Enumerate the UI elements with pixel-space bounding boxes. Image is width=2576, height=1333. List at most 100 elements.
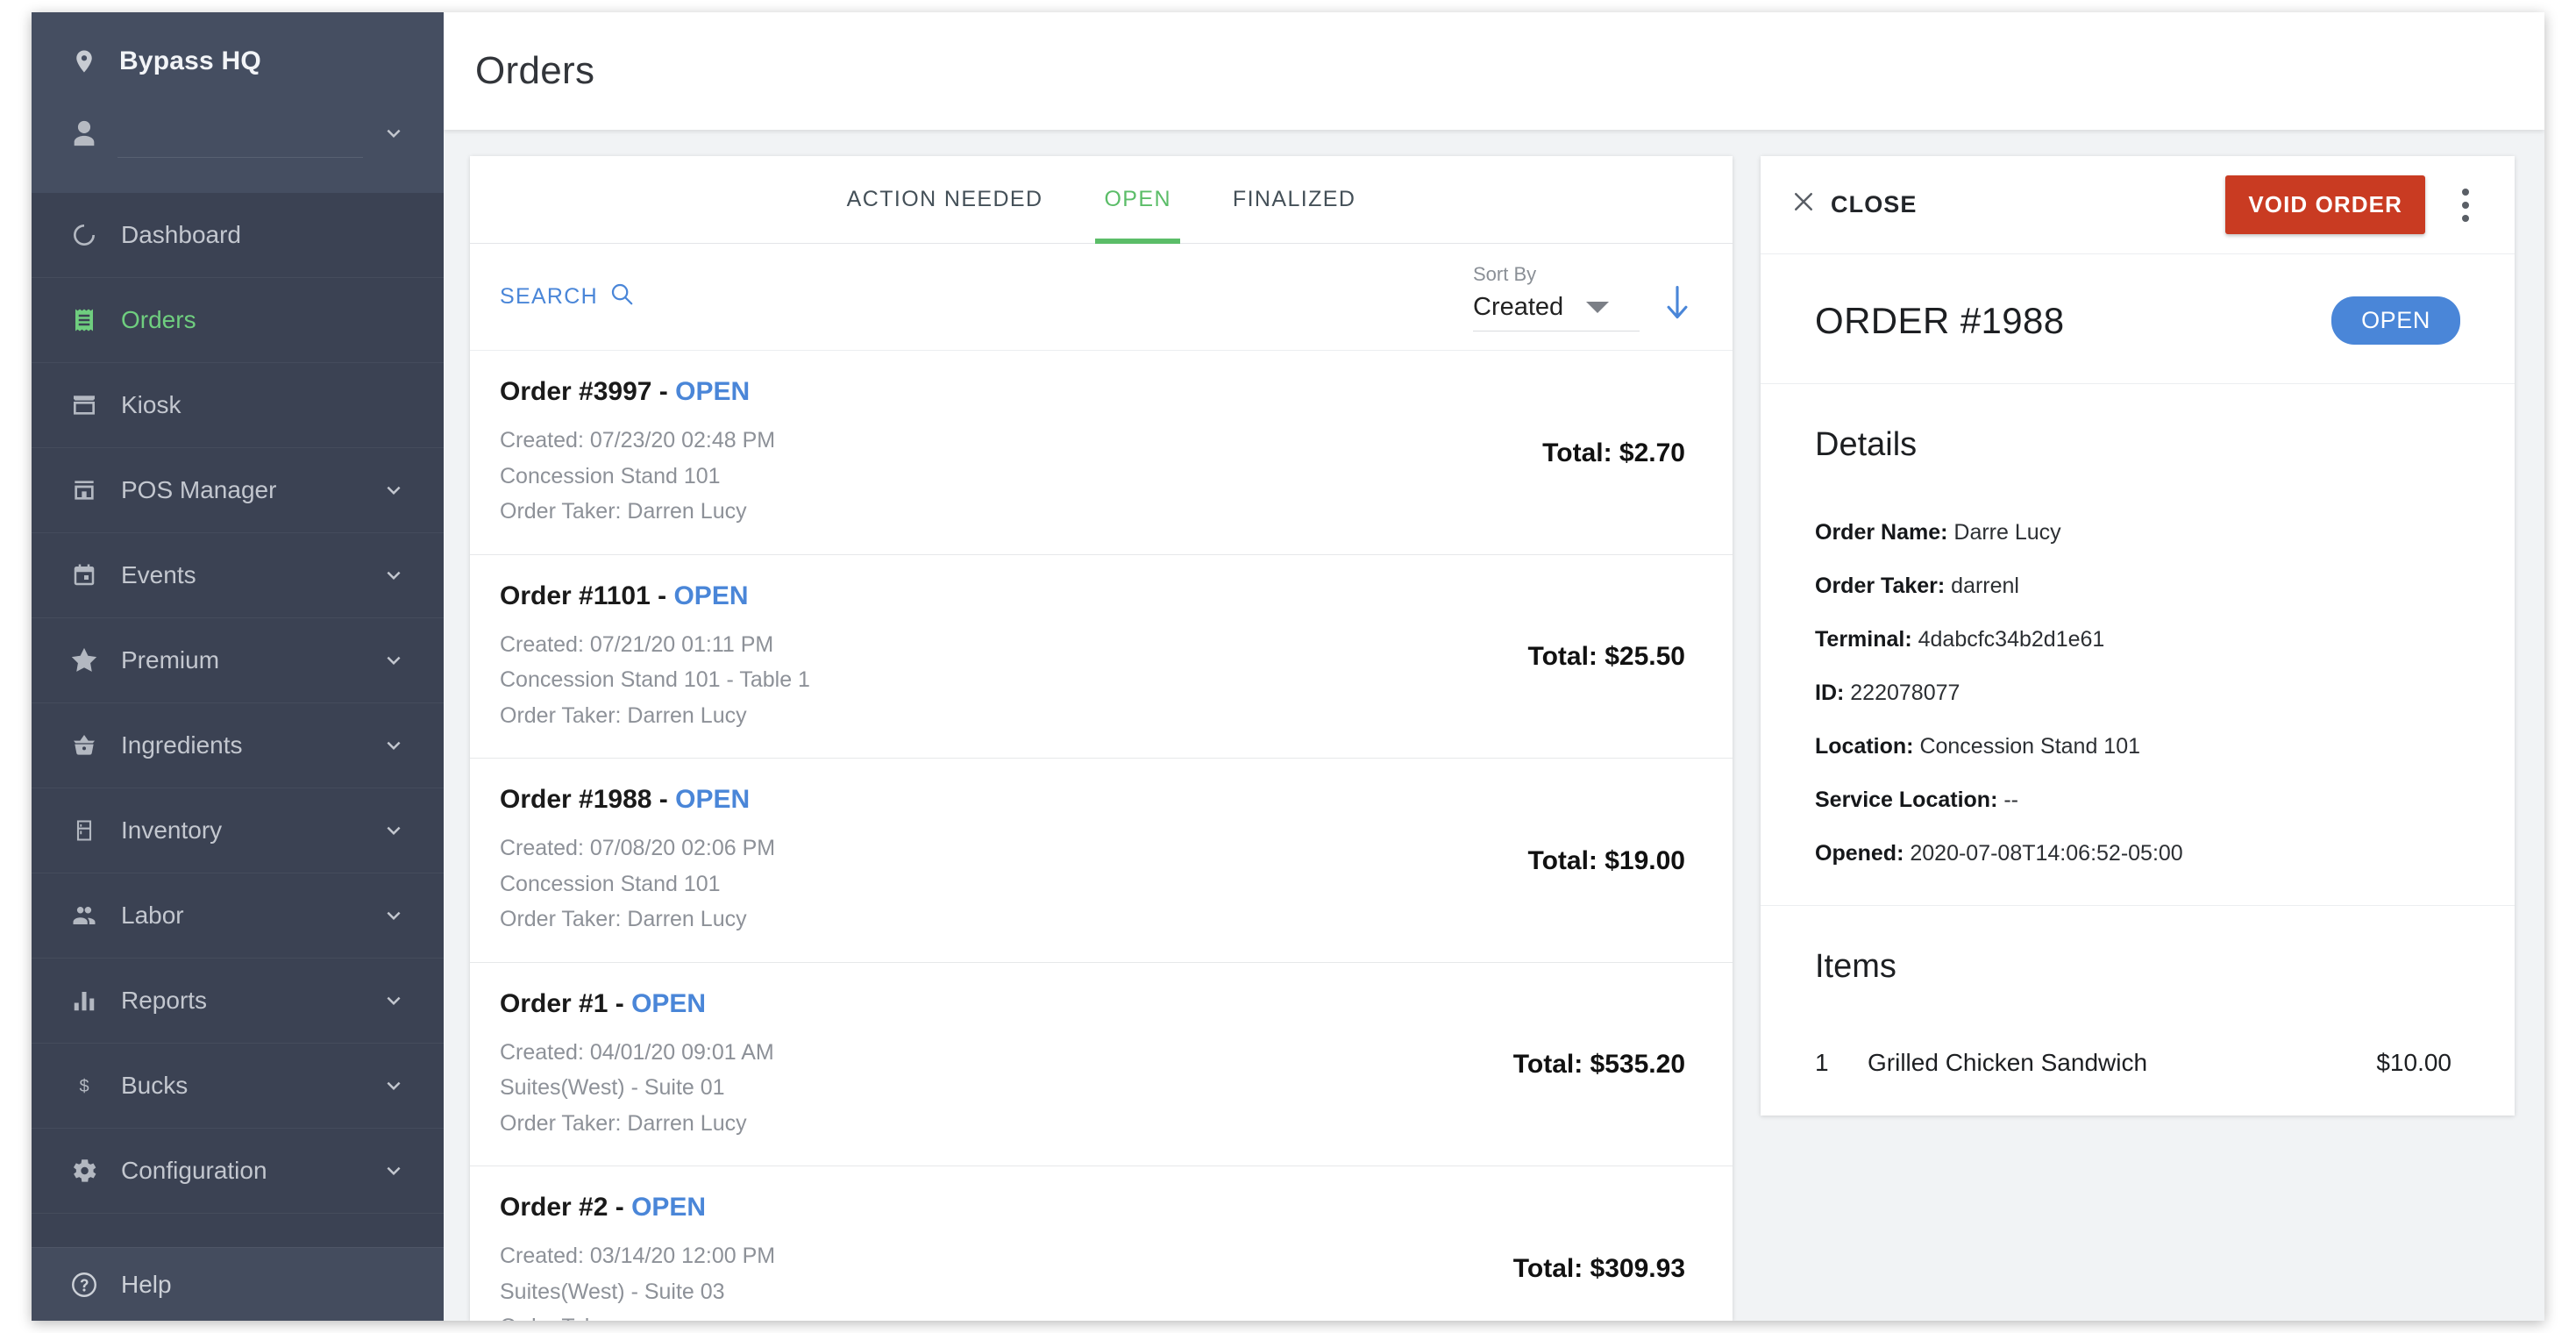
user-select-field[interactable] xyxy=(117,109,363,158)
order-detail-panel: CLOSE VOID ORDER ORDER #1988 OPEN Detail… xyxy=(1761,156,2515,1116)
tab-action-needed[interactable]: ACTION NEEDED xyxy=(843,156,1047,244)
tab-finalized[interactable]: FINALIZED xyxy=(1229,156,1359,244)
chevron-down-icon[interactable] xyxy=(379,731,409,760)
items-title: Items xyxy=(1815,948,1896,985)
order-title: Order #1988 - xyxy=(500,785,676,814)
search-label: SEARCH xyxy=(500,284,598,309)
user-account-selector[interactable] xyxy=(32,102,444,193)
sidebar-item-configuration[interactable]: Configuration xyxy=(32,1129,444,1214)
sidebar-item-label: Dashboard xyxy=(121,221,241,248)
sidebar-item-ingredients[interactable]: Ingredients xyxy=(32,703,444,788)
order-location: Concession Stand 101 xyxy=(500,871,721,896)
help-circle-icon xyxy=(67,1267,102,1302)
item-name: Grilled Chicken Sandwich xyxy=(1868,1049,2148,1076)
sidebar-item-inventory[interactable]: Inventory xyxy=(32,788,444,873)
orders-list-panel: ACTION NEEDED OPEN FINALIZED SEARCH Sort… xyxy=(470,156,1733,1321)
order-taker: Order Taker: Darren Lucy xyxy=(500,907,747,931)
sidebar-item-label: Ingredients xyxy=(121,731,243,759)
field-label: Opened: xyxy=(1815,841,1904,866)
table-row[interactable]: Order #1988 - OPEN Created: 07/08/20 02:… xyxy=(470,759,1733,963)
sidebar-item-kiosk[interactable]: Kiosk xyxy=(32,363,444,448)
detail-field-opened: Opened: 2020-07-08T14:06:52-05:00 xyxy=(1815,841,2460,866)
sort-by-label: Sort By xyxy=(1473,262,1537,285)
sort-by-select[interactable]: Sort By Created xyxy=(1473,263,1640,331)
close-button[interactable]: CLOSE xyxy=(1790,189,1918,221)
table-row[interactable]: Order #1 - OPEN Created: 04/01/20 09:01 … xyxy=(470,963,1733,1166)
sidebar-item-orders[interactable]: Orders xyxy=(32,278,444,363)
chevron-down-icon[interactable] xyxy=(379,118,409,148)
chevron-down-icon[interactable] xyxy=(379,1071,409,1101)
chevron-down-icon[interactable] xyxy=(379,816,409,845)
sort-by-value: Created xyxy=(1473,292,1564,321)
order-location: Suites(West) - Suite 01 xyxy=(500,1075,725,1100)
tab-open[interactable]: OPEN xyxy=(1095,156,1181,244)
search-button[interactable]: SEARCH xyxy=(500,281,635,313)
sidebar-item-premium[interactable]: Premium xyxy=(32,618,444,703)
field-value: darrenl xyxy=(1945,574,2019,598)
table-row[interactable]: Order #3997 - OPEN Created: 07/23/20 02:… xyxy=(470,351,1733,555)
items-section: Items 1 Grilled Chicken Sandwich $10.00 xyxy=(1761,906,2515,1116)
close-icon xyxy=(1790,189,1817,221)
orders-list: Order #3997 - OPEN Created: 07/23/20 02:… xyxy=(470,351,1733,1321)
field-value: 2020-07-08T14:06:52-05:00 xyxy=(1904,841,2183,866)
order-taker: Order Taker: Darren Lucy xyxy=(500,499,747,524)
order-total: Total: $535.20 xyxy=(1512,1050,1685,1080)
order-summary: Order #3997 - OPEN Created: 07/23/20 02:… xyxy=(500,377,1542,530)
detail-body: ORDER #1988 OPEN Details Order Name: Dar… xyxy=(1761,254,2515,1116)
sort-by-value-row[interactable]: Created xyxy=(1473,293,1640,331)
sidebar-item-bucks[interactable]: $ Bucks xyxy=(32,1044,444,1129)
chevron-down-icon[interactable] xyxy=(379,1156,409,1186)
sidebar-item-events[interactable]: Events xyxy=(32,533,444,618)
order-id: ORDER #1988 xyxy=(1815,299,2065,341)
order-total: Total: $19.00 xyxy=(1527,845,1685,875)
basket-icon xyxy=(67,728,102,763)
sidebar-item-label: POS Manager xyxy=(121,476,277,503)
order-title-row: Order #1101 - OPEN xyxy=(500,581,1527,611)
more-options-icon[interactable] xyxy=(2441,181,2490,230)
sidebar-item-labor[interactable]: Labor xyxy=(32,873,444,959)
field-label: ID: xyxy=(1815,681,1845,705)
sidebar-item-label: Configuration xyxy=(121,1157,267,1184)
sidebar-item-label: Labor xyxy=(121,902,184,929)
brand-selector[interactable]: Bypass HQ xyxy=(32,23,444,102)
sidebar-top-section: Bypass HQ xyxy=(32,12,444,193)
field-value: 222078077 xyxy=(1844,681,1960,705)
bar-chart-icon xyxy=(67,983,102,1018)
chevron-down-icon[interactable] xyxy=(379,986,409,1016)
status-badge: OPEN xyxy=(675,377,751,406)
sidebar-item-label: Events xyxy=(121,561,196,588)
status-badge: OPEN xyxy=(675,785,751,814)
dashboard-icon xyxy=(67,217,102,253)
detail-field-id: ID: 222078077 xyxy=(1815,681,2460,706)
sidebar-item-label: Inventory xyxy=(121,816,223,844)
order-taker: Order Taker: xyxy=(500,1309,1513,1321)
sidebar-item-reports[interactable]: Reports xyxy=(32,959,444,1044)
chevron-down-icon[interactable] xyxy=(379,901,409,930)
order-created: Created: 07/23/20 02:48 PM xyxy=(500,428,776,453)
sidebar-item-dashboard[interactable]: Dashboard xyxy=(32,193,444,278)
table-row[interactable]: Order #2 - OPEN Created: 03/14/20 12:00 … xyxy=(470,1166,1733,1321)
table-row[interactable]: Order #1101 - OPEN Created: 07/21/20 01:… xyxy=(470,555,1733,759)
location-pin-icon xyxy=(67,44,102,79)
void-order-button[interactable]: VOID ORDER xyxy=(2225,175,2425,234)
kebab-dot xyxy=(2462,214,2469,222)
chevron-down-icon[interactable] xyxy=(379,645,409,675)
search-icon xyxy=(608,281,635,313)
sort-direction-button[interactable] xyxy=(1662,283,1692,331)
item-quantity: 1 xyxy=(1815,1049,1829,1076)
person-icon xyxy=(67,116,102,151)
chevron-down-icon[interactable] xyxy=(379,560,409,590)
store-icon xyxy=(67,473,102,508)
order-summary: Order #1 - OPEN Created: 04/01/20 09:01 … xyxy=(500,989,1513,1142)
status-badge: OPEN xyxy=(631,1193,707,1222)
sidebar-item-pos-manager[interactable]: POS Manager xyxy=(32,448,444,533)
order-title: Order #2 - xyxy=(500,1193,632,1222)
status-badge: OPEN xyxy=(2331,296,2460,345)
detail-field-order-name: Order Name: Darre Lucy xyxy=(1815,520,2460,545)
calendar-icon xyxy=(67,558,102,593)
chevron-down-icon[interactable] xyxy=(379,475,409,505)
chevron-down-icon xyxy=(1586,301,1610,313)
sidebar-item-help[interactable]: Help xyxy=(32,1247,444,1321)
field-label: Location: xyxy=(1815,734,1914,759)
order-title-row: Order #2 - OPEN xyxy=(500,1193,1513,1223)
